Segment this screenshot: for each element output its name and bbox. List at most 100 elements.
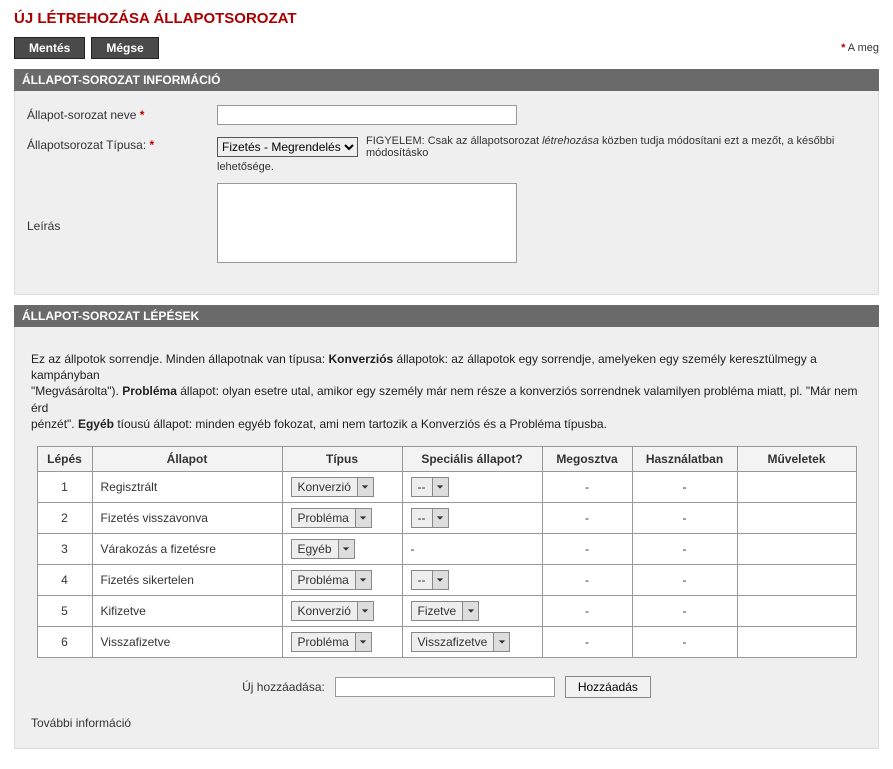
name-label: Állapot-sorozat neve * [27, 105, 217, 122]
save-button[interactable]: Mentés [14, 37, 85, 59]
th-type: Típus [282, 446, 402, 471]
cell-type: Probléma [282, 564, 402, 595]
special-select[interactable]: -- [411, 570, 449, 590]
desc-textarea[interactable] [217, 183, 517, 263]
cell-shared: - [542, 502, 632, 533]
section-info-body: Állapot-sorozat neve * Állapotsorozat Tí… [14, 91, 879, 295]
chevron-down-icon [338, 540, 354, 558]
cell-step: 5 [37, 595, 92, 626]
name-input[interactable] [217, 105, 517, 125]
add-row: Új hozzáadása: Hozzáadás [27, 676, 866, 698]
type-select[interactable]: Fizetés - Megrendelés [217, 137, 358, 157]
chevron-down-icon [493, 633, 509, 651]
add-label: Új hozzáadása: [242, 680, 325, 694]
type-select[interactable]: Egyéb [291, 539, 355, 559]
chevron-down-icon [357, 478, 373, 496]
type-label-text: Állapotsorozat Típusa: [27, 138, 146, 152]
cell-shared: - [542, 564, 632, 595]
chevron-down-icon [432, 509, 448, 527]
row-name: Állapot-sorozat neve * [27, 105, 866, 125]
th-inuse: Használatban [632, 446, 737, 471]
row-type: Állapotsorozat Típusa: * Fizetés - Megre… [27, 135, 866, 173]
cell-ops [737, 471, 856, 502]
intro-t: pénzét". [31, 417, 78, 431]
section-steps-body: Ez az állpotok sorrendje. Minden állapot… [14, 327, 879, 749]
add-input[interactable] [335, 677, 555, 697]
type-select-label: Konverzió [292, 604, 357, 618]
more-info: További információ [31, 716, 862, 730]
cell-type: Egyéb [282, 533, 402, 564]
type-select[interactable]: Probléma [291, 570, 372, 590]
cell-state: Regisztrált [92, 471, 282, 502]
section-info-header: ÁLLAPOT-SOROZAT INFORMÁCIÓ [14, 69, 879, 91]
type-hint-line2: lehetősége. [217, 161, 866, 173]
table-row: 2Fizetés visszavonvaProbléma---- [37, 502, 856, 533]
special-select[interactable]: Fizetve [411, 601, 480, 621]
chevron-down-icon [355, 509, 371, 527]
th-state: Állapot [92, 446, 282, 471]
cell-state: Fizetés sikertelen [92, 564, 282, 595]
cell-step: 4 [37, 564, 92, 595]
cell-ops [737, 502, 856, 533]
table-row: 4Fizetés sikertelenProbléma---- [37, 564, 856, 595]
cell-special: -- [402, 564, 542, 595]
desc-label: Leírás [27, 216, 217, 233]
cell-step: 1 [37, 471, 92, 502]
section-steps-header: ÁLLAPOT-SOROZAT LÉPÉSEK [14, 305, 879, 327]
type-hint: FIGYELEM: Csak az állapotsorozat létreho… [366, 135, 866, 159]
required-star: * [140, 108, 145, 122]
cell-special: Fizetve [402, 595, 542, 626]
type-select[interactable]: Konverzió [291, 477, 374, 497]
special-select[interactable]: Visszafizetve [411, 632, 511, 652]
chevron-down-icon [357, 602, 373, 620]
table-row: 5KifizetveKonverzióFizetve-- [37, 595, 856, 626]
special-select[interactable]: -- [411, 477, 449, 497]
cell-special: Visszafizetve [402, 626, 542, 657]
type-select-label: Probléma [292, 573, 355, 587]
cell-inuse: - [632, 502, 737, 533]
name-label-text: Állapot-sorozat neve [27, 108, 136, 122]
page-title: ÚJ LÉTREHOZÁSA ÁLLAPOTSOROZAT [14, 10, 879, 27]
cell-ops [737, 533, 856, 564]
cell-type: Konverzió [282, 595, 402, 626]
cell-shared: - [542, 471, 632, 502]
chevron-down-icon [355, 571, 371, 589]
cell-shared: - [542, 626, 632, 657]
cell-ops [737, 626, 856, 657]
toolbar: Mentés Mégse * A meg [14, 37, 879, 59]
intro-b: Konverziós [329, 352, 394, 366]
add-button[interactable]: Hozzáadás [565, 676, 651, 698]
cell-state: Fizetés visszavonva [92, 502, 282, 533]
steps-table: Lépés Állapot Típus Speciális állapot? M… [37, 446, 857, 658]
type-select[interactable]: Probléma [291, 508, 372, 528]
required-star: * [150, 138, 155, 152]
type-select[interactable]: Konverzió [291, 601, 374, 621]
th-shared: Megosztva [542, 446, 632, 471]
cell-inuse: - [632, 471, 737, 502]
th-special: Speciális állapot? [402, 446, 542, 471]
cell-inuse: - [632, 595, 737, 626]
steps-intro: Ez az állpotok sorrendje. Minden állapot… [31, 351, 862, 432]
cell-step: 6 [37, 626, 92, 657]
cell-inuse: - [632, 533, 737, 564]
cancel-button[interactable]: Mégse [91, 37, 158, 59]
cell-ops [737, 564, 856, 595]
type-select[interactable]: Probléma [291, 632, 372, 652]
chevron-down-icon [355, 633, 371, 651]
cell-inuse: - [632, 626, 737, 657]
type-select-label: Probléma [292, 635, 355, 649]
special-select[interactable]: -- [411, 508, 449, 528]
cell-state: Visszafizetve [92, 626, 282, 657]
cell-inuse: - [632, 564, 737, 595]
intro-t: tíousú állapot: minden egyéb fokozat, am… [114, 417, 607, 431]
cell-shared: - [542, 533, 632, 564]
type-select-label: Probléma [292, 511, 355, 525]
th-step: Lépés [37, 446, 92, 471]
cell-state: Várakozás a fizetésre [92, 533, 282, 564]
cell-ops [737, 595, 856, 626]
required-note-text: A meg [845, 42, 879, 54]
cell-step: 2 [37, 502, 92, 533]
type-select-label: Konverzió [292, 480, 357, 494]
intro-b: Egyéb [78, 417, 114, 431]
type-hint-em: létrehozása [542, 135, 599, 147]
